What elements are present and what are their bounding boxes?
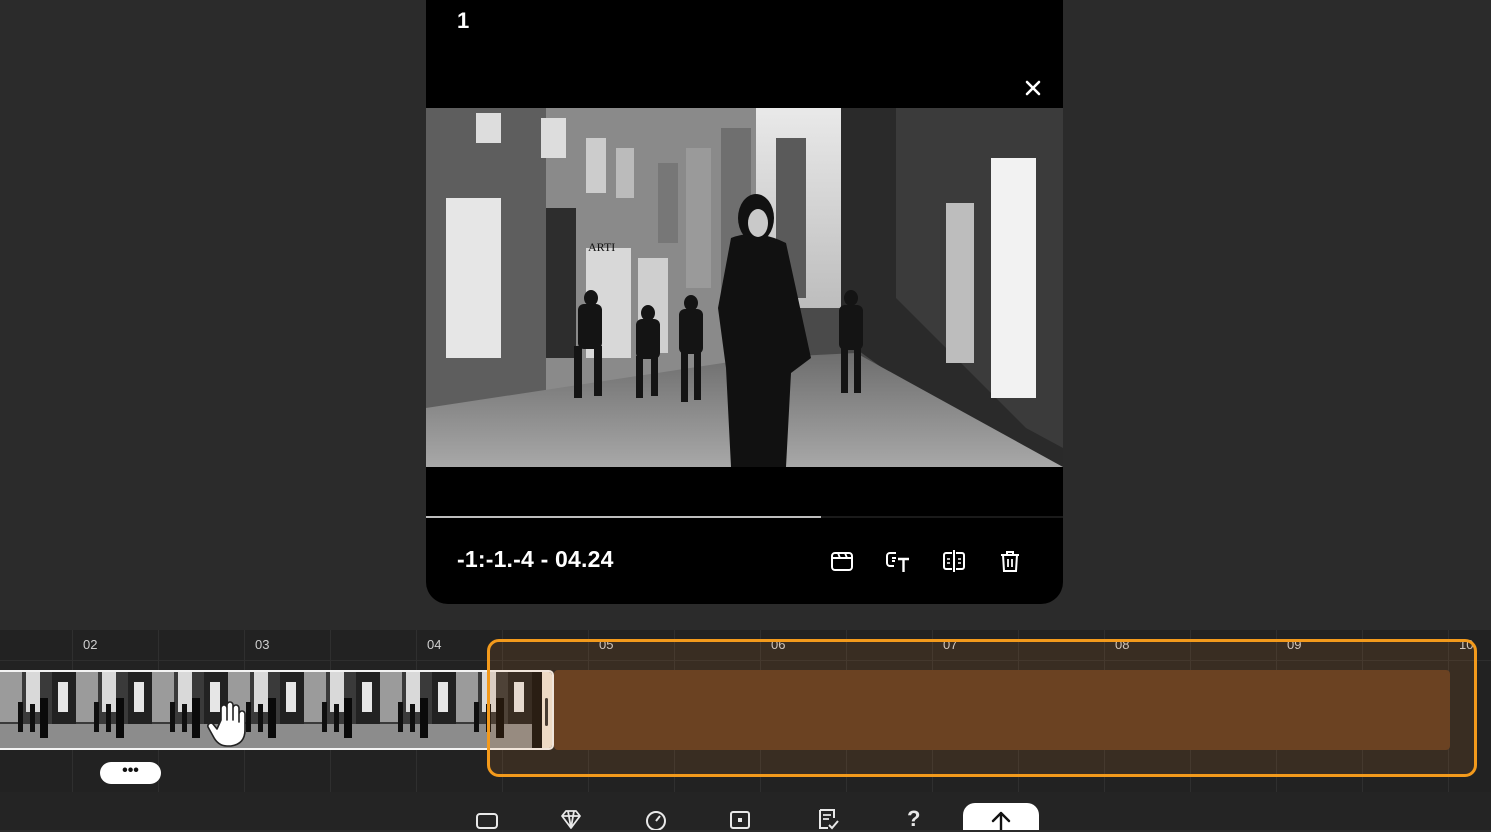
video-clip-track[interactable] (0, 670, 554, 750)
playback-progress-fill (426, 516, 821, 518)
ruler-label: 05 (599, 637, 614, 652)
speed-icon[interactable] (643, 806, 669, 830)
ruler-label: 10 (1459, 637, 1474, 652)
trash-icon[interactable] (995, 546, 1025, 576)
clip-thumbnails (0, 672, 532, 748)
bottom-toolbar (0, 792, 1491, 830)
playback-progress[interactable] (426, 516, 1063, 518)
shop-sign: ARTI (588, 240, 615, 254)
caption-text-icon[interactable] (883, 546, 913, 576)
export-button[interactable] (963, 803, 1039, 830)
ruler-label: 08 (1115, 637, 1130, 652)
split-mirror-icon[interactable] (939, 546, 969, 576)
clip-index-label: 1 (457, 8, 470, 33)
ruler-label: 06 (771, 637, 786, 652)
ruler-divider (0, 660, 1491, 661)
ruler-label: 04 (427, 637, 442, 652)
video-frame[interactable]: ARTI (426, 108, 1063, 467)
clip-timecode: -1:-1.-4 - 04.24 (457, 546, 614, 572)
ruler-label: 03 (255, 637, 270, 652)
script-icon[interactable] (815, 806, 841, 830)
diamond-icon[interactable] (558, 806, 584, 830)
clapperboard-icon[interactable] (827, 546, 857, 576)
canvas-icon[interactable] (727, 806, 753, 830)
more-options-button[interactable]: ••• (100, 762, 161, 784)
trim-handle[interactable] (542, 672, 552, 748)
upload-arrow-icon (991, 811, 1011, 830)
trim-grip (545, 698, 548, 726)
aspect-ratio-icon[interactable] (474, 806, 500, 830)
street-scene-image: ARTI (426, 108, 1063, 467)
clip-preview-panel: 1 ARTI -1:-1.-4 - 04.24 (426, 0, 1063, 604)
close-icon[interactable] (1021, 76, 1045, 100)
ruler-label: 09 (1287, 637, 1302, 652)
ruler-label: 02 (83, 637, 98, 652)
help-icon[interactable]: ? (907, 806, 920, 832)
hand-cursor-icon (207, 701, 246, 747)
empty-track-area[interactable] (554, 670, 1450, 750)
ruler-label: 07 (943, 637, 958, 652)
